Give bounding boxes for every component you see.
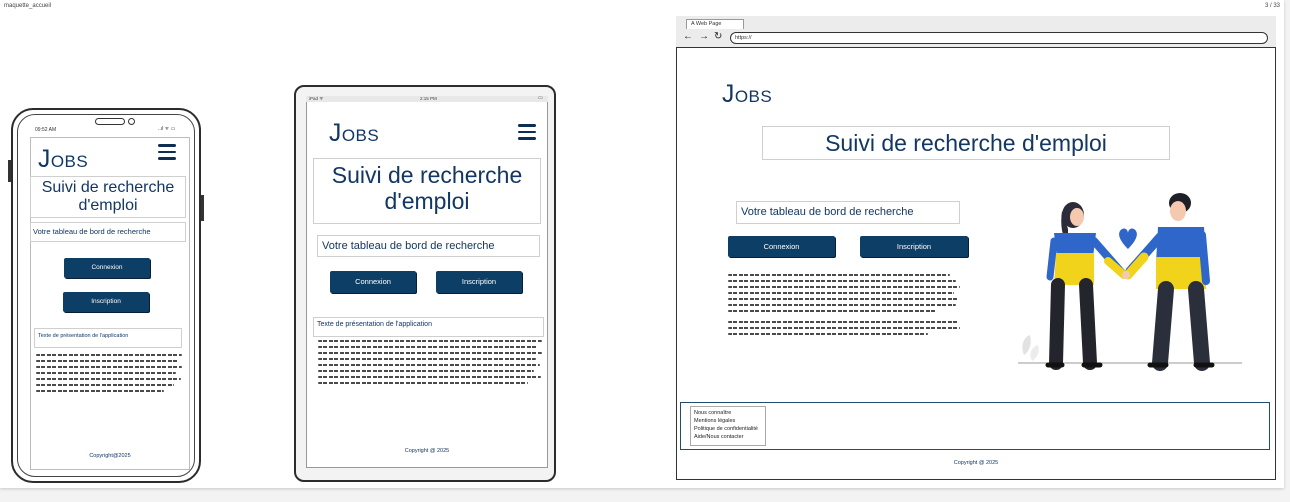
tablet-presentation-text	[318, 340, 542, 384]
phone-copyright: Copyright@2025	[89, 453, 131, 459]
page-counter: 3 / 33	[1264, 3, 1280, 9]
tablet-status-left: iPad ᯤ	[309, 96, 324, 101]
footer-links: Nous connaître Mentions légales Politiqu…	[690, 406, 766, 446]
phone-time: 09:52 AM	[35, 127, 57, 133]
back-arrow-icon[interactable]: ←	[683, 31, 693, 42]
phone-speaker	[95, 118, 125, 125]
browser-footer	[680, 402, 1270, 450]
phone-dashboard-title: Votre tableau de bord de recherche	[30, 222, 186, 242]
tablet-copyright: Copyright @ 2025	[404, 448, 450, 454]
browser-logo[interactable]: JOBS	[722, 81, 772, 109]
tablet-dashboard-title: Votre tableau de bord de recherche	[317, 235, 540, 257]
phone-title-line2: d'emploi	[78, 197, 138, 215]
tablet-menu-icon[interactable]	[518, 124, 536, 140]
phone-presentation-title: Texte de présentation de l'application	[34, 328, 182, 348]
phone-page-title: Suivi de recherche d'emploi	[30, 176, 186, 218]
tablet-logo[interactable]: JOBS	[329, 120, 379, 148]
tablet-login-button[interactable]: Connexion	[330, 271, 416, 293]
url-bar[interactable]: https://	[730, 32, 1268, 44]
phone-status-icons: ..ıl ᯤ ▭	[158, 126, 176, 132]
browser-login-button[interactable]: Connexion	[728, 236, 835, 257]
browser-dashboard-title: Votre tableau de bord de recherche	[736, 201, 960, 224]
reload-icon[interactable]: ↻	[714, 31, 722, 42]
tablet-page-title: Suivi de recherche d'emploi	[313, 158, 541, 224]
tablet-title-line2: d'emploi	[384, 188, 470, 215]
forward-arrow-icon[interactable]: →	[699, 31, 709, 42]
tablet-presentation-title: Texte de présentation de l'application	[313, 317, 544, 337]
phone-register-button[interactable]: Inscription	[63, 292, 149, 312]
phone-title-line1: Suivi de recherche	[41, 179, 175, 196]
couple-illustration	[1018, 193, 1242, 371]
browser-presentation-text	[728, 274, 960, 335]
browser-register-button[interactable]: Inscription	[860, 236, 968, 257]
phone-power-button	[201, 195, 204, 221]
browser-tab[interactable]: A Web Page	[686, 19, 744, 29]
phone-login-button[interactable]: Connexion	[64, 258, 150, 278]
phone-side-button	[8, 160, 11, 182]
footer-link-privacy[interactable]: Politique de confidentialité	[694, 425, 762, 433]
browser-page-title: Suivi de recherche d'emploi	[762, 126, 1170, 160]
tablet-battery-icon: ▭	[538, 95, 543, 101]
browser-copyright: Copyright @ 2025	[953, 460, 999, 466]
tablet-register-button[interactable]: Inscription	[436, 271, 522, 293]
phone-logo[interactable]: JOBS	[38, 146, 88, 174]
file-name: maquette_accueil	[4, 3, 52, 9]
footer-link-about[interactable]: Nous connaître	[694, 409, 762, 417]
tablet-title-line1: Suivi de recherche	[331, 162, 523, 188]
phone-camera	[128, 118, 135, 125]
phone-presentation-text	[36, 354, 182, 392]
footer-link-legal[interactable]: Mentions légales	[694, 417, 762, 425]
phone-menu-icon[interactable]	[158, 144, 176, 160]
tablet-time: 2:15 PM	[420, 96, 437, 101]
footer-link-contact[interactable]: Aide/Nous contacter	[694, 433, 762, 441]
